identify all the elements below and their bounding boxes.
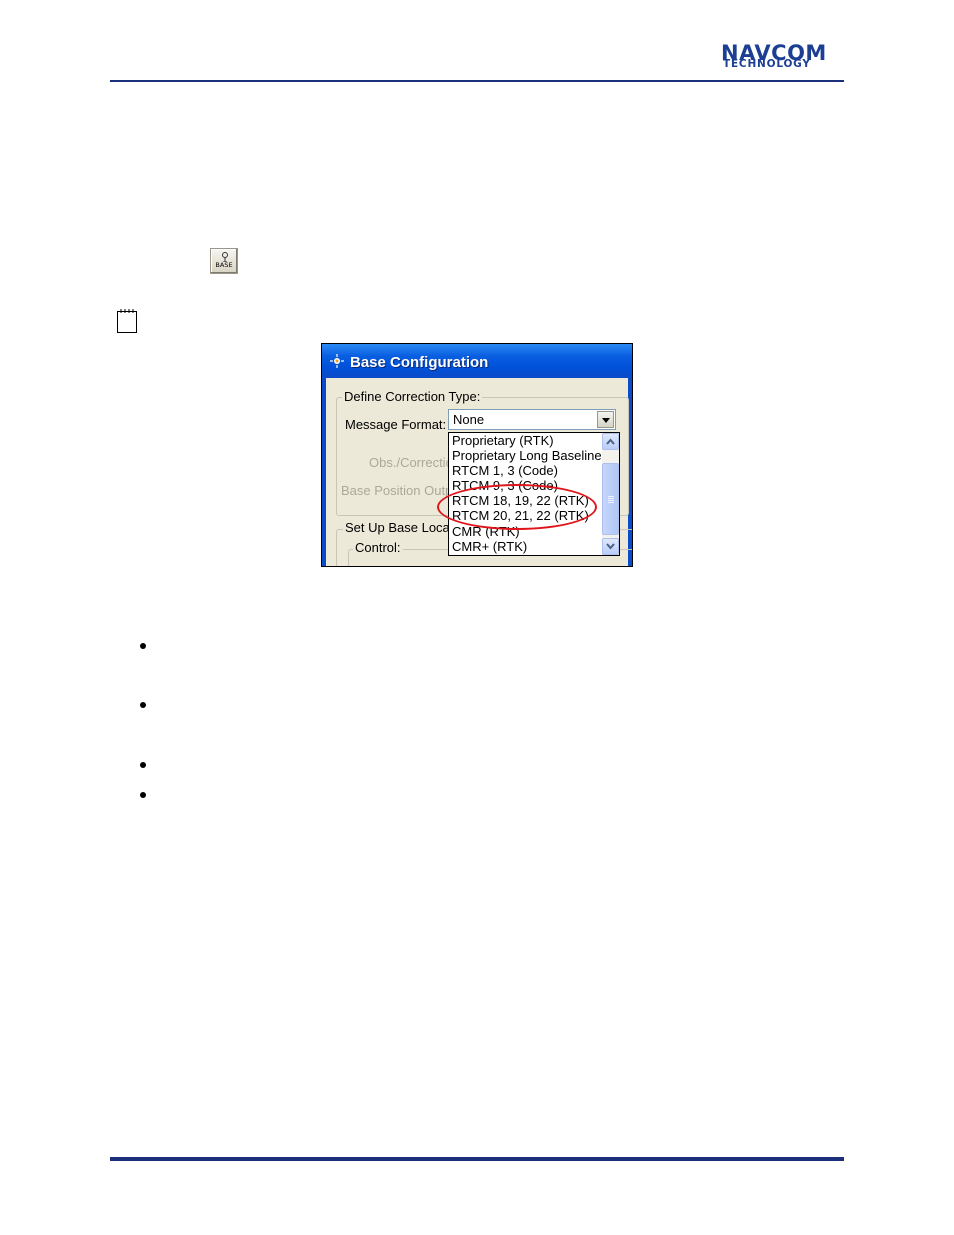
- bullet-marker: [140, 762, 146, 768]
- base-toolbar-label: BASE: [215, 261, 233, 269]
- control-label: Control:: [353, 540, 403, 555]
- list-item[interactable]: RTCM 1, 3 (Code): [452, 463, 558, 478]
- list-item[interactable]: Proprietary Long Baseline: [452, 448, 602, 463]
- dropdown-scrollbar[interactable]: [602, 433, 619, 555]
- frame-left: [322, 378, 326, 566]
- list-item[interactable]: RTCM 9, 3 (Code): [452, 478, 558, 493]
- base-configuration-dialog: Base Configuration Define Correction Typ…: [321, 343, 633, 567]
- bullet-marker: [140, 702, 146, 708]
- grip-icon: [608, 496, 614, 504]
- dialog-title-bar: Base Configuration: [322, 344, 632, 378]
- define-correction-label: Define Correction Type:: [342, 389, 483, 404]
- list-item[interactable]: RTCM 18, 19, 22 (RTK): [452, 493, 589, 508]
- list-item[interactable]: RTCM 20, 21, 22 (RTK): [452, 508, 589, 523]
- footer-rule: [110, 1157, 844, 1161]
- base-position-output-label: Base Position Outp: [341, 483, 453, 498]
- bullet-marker: [140, 643, 146, 649]
- message-format-value: None: [453, 412, 485, 427]
- scrollbar-thumb[interactable]: [602, 463, 619, 535]
- message-format-dropdown-list[interactable]: Proprietary (RTK) Proprietary Long Basel…: [448, 432, 620, 556]
- list-item[interactable]: Proprietary (RTK): [452, 433, 554, 448]
- note-icon: [117, 309, 137, 333]
- chevron-down-icon: [606, 543, 615, 550]
- set-up-base-location-label: Set Up Base Loca: [343, 520, 452, 535]
- list-item[interactable]: CMR (RTK): [452, 524, 520, 539]
- header-rule: [110, 80, 844, 82]
- chevron-down-icon[interactable]: [597, 411, 614, 428]
- scroll-up-button[interactable]: [602, 433, 619, 450]
- navcom-logo: NAVCOM TECHNOLOGY: [718, 42, 844, 70]
- obs-corrections-label: Obs./Correctio: [369, 455, 453, 470]
- base-toolbar-button[interactable]: BASE: [210, 248, 238, 274]
- dialog-title: Base Configuration: [350, 354, 489, 371]
- chevron-up-icon: [606, 438, 615, 445]
- bullet-marker: [140, 792, 146, 798]
- message-format-label: Message Format:: [345, 417, 447, 432]
- list-item[interactable]: CMR+ (RTK): [452, 539, 527, 554]
- logo-subtitle: TECHNOLOGY: [723, 58, 811, 70]
- app-icon: [330, 354, 344, 368]
- message-format-select[interactable]: None: [448, 409, 616, 430]
- scroll-down-button[interactable]: [602, 538, 619, 555]
